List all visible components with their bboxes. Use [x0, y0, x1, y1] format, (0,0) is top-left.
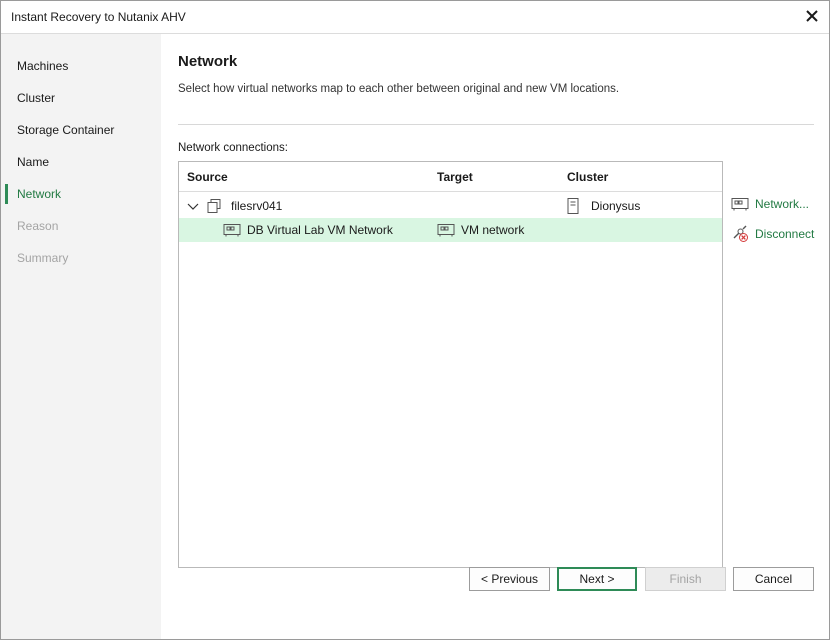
network-card-icon	[731, 197, 749, 214]
finish-button: Finish	[645, 567, 726, 591]
step-network[interactable]: Network	[1, 182, 161, 206]
next-button[interactable]: Next >	[557, 567, 637, 591]
header-divider	[178, 124, 814, 125]
target-network-name: VM network	[461, 223, 525, 237]
vm-icon	[206, 198, 222, 217]
chevron-down-icon[interactable]	[187, 201, 199, 215]
vm-cluster: Dionysus	[591, 199, 641, 213]
wizard-steps-sidebar: Machines Cluster Storage Container Name …	[1, 34, 161, 639]
table-row-network[interactable]: DB Virtual Lab VM Network VM network	[179, 218, 722, 242]
network-card-icon	[223, 223, 241, 240]
main-panel: Network Select how virtual networks map …	[162, 34, 829, 639]
page-title: Network	[178, 53, 238, 70]
cluster-server-icon	[566, 198, 580, 217]
step-storage-container[interactable]: Storage Container	[1, 118, 161, 142]
previous-button[interactable]: < Previous	[469, 567, 550, 591]
step-machines[interactable]: Machines	[1, 54, 161, 78]
disconnect-button-label: Disconnect	[755, 227, 815, 241]
step-reason: Reason	[17, 219, 59, 233]
column-header-cluster[interactable]: Cluster	[567, 170, 608, 184]
table-header: Source Target Cluster	[179, 162, 722, 192]
step-cluster[interactable]: Cluster	[1, 86, 161, 110]
disconnect-icon	[731, 225, 749, 246]
column-header-source[interactable]: Source	[187, 170, 228, 184]
network-button-label: Network...	[755, 197, 810, 211]
network-connections-table[interactable]: Source Target Cluster filesrv041 Dionysu…	[178, 161, 723, 568]
step-name[interactable]: Name	[1, 150, 161, 174]
title-bar: Instant Recovery to Nutanix AHV	[1, 1, 829, 34]
column-header-target[interactable]: Target	[437, 170, 473, 184]
vm-name: filesrv041	[231, 199, 283, 213]
window-title: Instant Recovery to Nutanix AHV	[11, 10, 186, 24]
close-icon[interactable]	[803, 7, 821, 25]
cancel-button[interactable]: Cancel	[733, 567, 814, 591]
network-card-icon	[437, 223, 455, 240]
wizard-window: Instant Recovery to Nutanix AHV Machines…	[0, 0, 830, 640]
page-description: Select how virtual networks map to each …	[178, 83, 620, 95]
source-network-name: DB Virtual Lab VM Network	[247, 223, 393, 237]
table-row-vm[interactable]: filesrv041 Dionysus	[179, 194, 722, 218]
network-connections-label: Network connections:	[178, 142, 288, 154]
step-summary: Summary	[17, 251, 69, 265]
